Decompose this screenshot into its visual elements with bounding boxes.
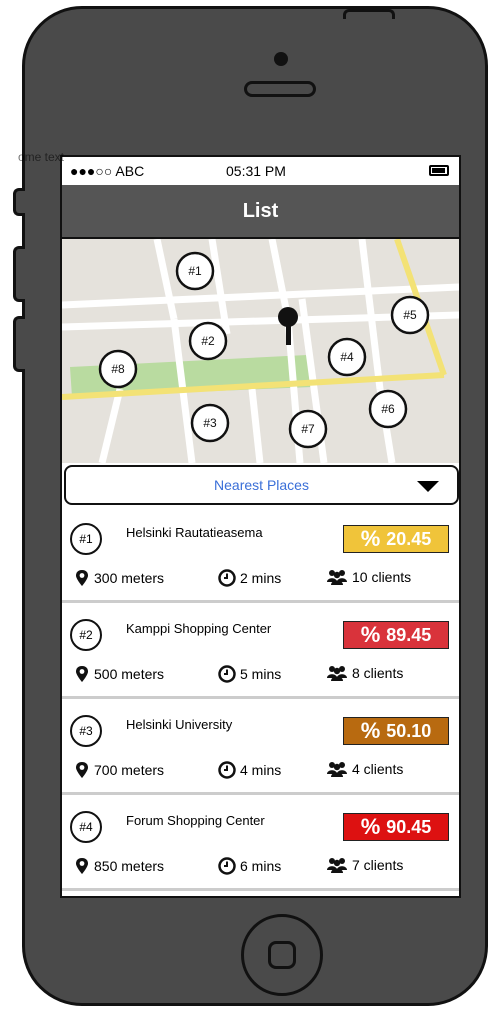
clients-info: 8 clients (326, 665, 403, 681)
time-text: 6 mins (240, 858, 282, 874)
map-marker-1[interactable]: #1 (175, 251, 215, 291)
svg-text:#3: #3 (203, 416, 217, 430)
time-info: 4 mins (218, 761, 281, 779)
discount-badge: % 89.45 (343, 621, 449, 649)
distance-info: 700 meters (74, 761, 164, 779)
places-list: #1 Helsinki Rautatieasema % 20.45 300 me… (62, 507, 459, 891)
discount-value: 89.45 (386, 624, 432, 645)
time-text: 2 mins (240, 570, 282, 586)
volume-down-button (13, 316, 25, 372)
volume-up-button (13, 246, 25, 302)
map-marker-8[interactable]: #8 (98, 349, 138, 389)
place-name: Forum Shopping Center (126, 813, 265, 828)
map-pin-icon (76, 666, 88, 682)
page-title: List (242, 199, 279, 222)
place-row[interactable]: #2 Kamppi Shopping Center % 89.45 500 me… (62, 603, 459, 699)
svg-text:#8: #8 (111, 362, 125, 376)
clients-text: 4 clients (352, 761, 404, 777)
people-icon (327, 762, 347, 777)
carrier-label: ●●●○○ ABC (70, 163, 145, 179)
clients-text: 7 clients (352, 857, 404, 873)
battery-icon (429, 165, 449, 176)
time-info: 2 mins (218, 569, 281, 587)
distance-text: 850 meters (94, 858, 165, 874)
distance-text: 500 meters (94, 666, 165, 682)
svg-text:#2: #2 (201, 334, 215, 348)
time-info: 6 mins (218, 857, 281, 875)
distance-info: 850 meters (74, 857, 164, 875)
clients-info: 4 clients (326, 761, 403, 777)
map-view[interactable]: #1 #2 #3 #4 #5 #6 #7 #8 (62, 238, 459, 464)
svg-text:#6: #6 (381, 402, 395, 416)
status-bar: ●●●○○ ABC 05:31 PM (62, 157, 459, 185)
clock: 05:31 PM (226, 163, 286, 179)
svg-text:#1: #1 (188, 264, 202, 278)
distance-info: 300 meters (74, 569, 164, 587)
percent-icon: % (360, 814, 381, 839)
map-marker-4[interactable]: #4 (327, 337, 367, 377)
percent-icon: % (360, 718, 381, 743)
place-row[interactable]: #1 Helsinki Rautatieasema % 20.45 300 me… (62, 507, 459, 603)
discount-badge: % 50.10 (343, 717, 449, 745)
sort-dropdown[interactable]: Nearest Places (64, 465, 459, 505)
people-icon (327, 570, 347, 585)
clock-icon (218, 665, 236, 683)
map-marker-2[interactable]: #2 (188, 321, 228, 361)
map-marker-5[interactable]: #5 (390, 295, 430, 335)
percent-icon: % (360, 622, 381, 647)
distance-text: 300 meters (94, 570, 165, 586)
map-pin-icon (76, 762, 88, 778)
mute-switch (13, 188, 25, 216)
people-icon (327, 666, 347, 681)
time-text: 5 mins (240, 666, 282, 682)
discount-badge: % 20.45 (343, 525, 449, 553)
discount-value: 50.10 (386, 720, 432, 741)
svg-text:#7: #7 (301, 422, 315, 436)
clock-icon (218, 857, 236, 875)
percent-icon: % (360, 526, 381, 551)
map-canvas: #1 #2 #3 #4 #5 #6 #7 #8 (62, 238, 459, 464)
place-number-badge: #3 (70, 715, 102, 747)
map-pin-icon (76, 570, 88, 586)
place-row[interactable]: #4 Forum Shopping Center % 90.45 850 met… (62, 795, 459, 891)
caret-down-icon (417, 481, 439, 492)
home-icon (268, 941, 296, 969)
place-number-badge: #1 (70, 523, 102, 555)
svg-text:#5: #5 (403, 308, 417, 322)
discount-value: 90.45 (386, 816, 432, 837)
overlay-text: ome text (18, 150, 65, 164)
time-info: 5 mins (218, 665, 281, 683)
clients-text: 8 clients (352, 665, 404, 681)
camera (274, 52, 288, 66)
place-number-badge: #2 (70, 619, 102, 651)
place-name: Helsinki University (126, 717, 233, 732)
map-marker-3[interactable]: #3 (190, 403, 230, 443)
map-pin-icon (76, 858, 88, 874)
map-marker-6[interactable]: #6 (368, 389, 408, 429)
clients-info: 7 clients (326, 857, 403, 873)
discount-badge: % 90.45 (343, 813, 449, 841)
time-text: 4 mins (240, 762, 282, 778)
map-marker-7[interactable]: #7 (288, 409, 328, 449)
place-number-badge: #4 (70, 811, 102, 843)
power-button (343, 9, 395, 19)
clients-info: 10 clients (326, 569, 411, 585)
place-name: Helsinki Rautatieasema (126, 525, 263, 540)
discount-value: 20.45 (386, 528, 432, 549)
speaker (244, 81, 316, 97)
place-row[interactable]: #3 Helsinki University % 50.10 700 meter… (62, 699, 459, 795)
clients-text: 10 clients (352, 569, 412, 585)
dropdown-selected-value: Nearest Places (214, 477, 309, 493)
people-icon (327, 858, 347, 873)
svg-text:#4: #4 (340, 350, 354, 364)
distance-text: 700 meters (94, 762, 165, 778)
place-name: Kamppi Shopping Center (126, 621, 272, 636)
distance-info: 500 meters (74, 665, 164, 683)
screen: ●●●○○ ABC 05:31 PM List #1 #2 #3 #4 #5 #… (60, 155, 461, 898)
nav-bar: List (62, 185, 459, 239)
home-button[interactable] (241, 914, 323, 996)
clock-icon (218, 761, 236, 779)
clock-icon (218, 569, 236, 587)
